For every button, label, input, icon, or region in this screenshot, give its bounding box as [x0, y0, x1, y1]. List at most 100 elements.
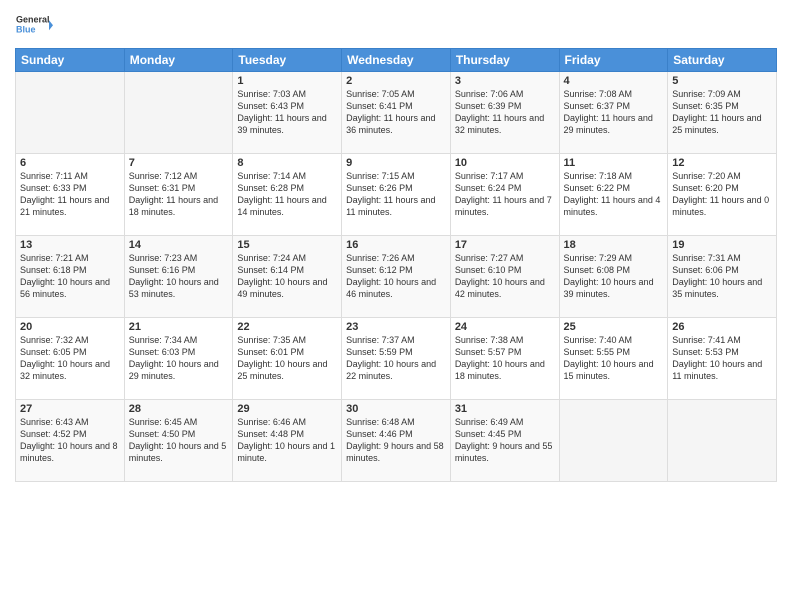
day-number: 15	[237, 239, 337, 251]
day-info: Sunrise: 7:21 AM Sunset: 6:18 PM Dayligh…	[20, 252, 120, 301]
day-header-sunday: Sunday	[16, 49, 125, 72]
day-number: 19	[672, 239, 772, 251]
day-info: Sunrise: 6:48 AM Sunset: 4:46 PM Dayligh…	[346, 416, 446, 465]
day-info: Sunrise: 7:41 AM Sunset: 5:53 PM Dayligh…	[672, 334, 772, 383]
calendar-cell: 25Sunrise: 7:40 AM Sunset: 5:55 PM Dayli…	[559, 318, 668, 400]
day-header-friday: Friday	[559, 49, 668, 72]
day-header-thursday: Thursday	[450, 49, 559, 72]
calendar-cell: 16Sunrise: 7:26 AM Sunset: 6:12 PM Dayli…	[342, 236, 451, 318]
svg-text:Blue: Blue	[16, 24, 36, 34]
logo-svg: General Blue	[15, 10, 55, 40]
day-number: 10	[455, 157, 555, 169]
day-info: Sunrise: 7:37 AM Sunset: 5:59 PM Dayligh…	[346, 334, 446, 383]
day-header-tuesday: Tuesday	[233, 49, 342, 72]
day-info: Sunrise: 6:43 AM Sunset: 4:52 PM Dayligh…	[20, 416, 120, 465]
calendar-cell: 30Sunrise: 6:48 AM Sunset: 4:46 PM Dayli…	[342, 400, 451, 482]
day-number: 5	[672, 75, 772, 87]
calendar-cell: 13Sunrise: 7:21 AM Sunset: 6:18 PM Dayli…	[16, 236, 125, 318]
calendar-cell: 27Sunrise: 6:43 AM Sunset: 4:52 PM Dayli…	[16, 400, 125, 482]
calendar-cell	[16, 72, 125, 154]
calendar-cell: 18Sunrise: 7:29 AM Sunset: 6:08 PM Dayli…	[559, 236, 668, 318]
day-info: Sunrise: 7:32 AM Sunset: 6:05 PM Dayligh…	[20, 334, 120, 383]
day-number: 26	[672, 321, 772, 333]
calendar-cell: 17Sunrise: 7:27 AM Sunset: 6:10 PM Dayli…	[450, 236, 559, 318]
day-number: 7	[129, 157, 229, 169]
calendar-cell: 4Sunrise: 7:08 AM Sunset: 6:37 PM Daylig…	[559, 72, 668, 154]
day-number: 12	[672, 157, 772, 169]
day-header-monday: Monday	[124, 49, 233, 72]
day-info: Sunrise: 7:14 AM Sunset: 6:28 PM Dayligh…	[237, 170, 337, 219]
day-number: 4	[564, 75, 664, 87]
calendar-week-1: 6Sunrise: 7:11 AM Sunset: 6:33 PM Daylig…	[16, 154, 777, 236]
day-info: Sunrise: 6:49 AM Sunset: 4:45 PM Dayligh…	[455, 416, 555, 465]
day-number: 28	[129, 403, 229, 415]
calendar-cell: 2Sunrise: 7:05 AM Sunset: 6:41 PM Daylig…	[342, 72, 451, 154]
calendar-cell: 6Sunrise: 7:11 AM Sunset: 6:33 PM Daylig…	[16, 154, 125, 236]
day-info: Sunrise: 7:06 AM Sunset: 6:39 PM Dayligh…	[455, 88, 555, 137]
day-info: Sunrise: 7:03 AM Sunset: 6:43 PM Dayligh…	[237, 88, 337, 137]
svg-text:General: General	[16, 14, 50, 24]
calendar-cell: 23Sunrise: 7:37 AM Sunset: 5:59 PM Dayli…	[342, 318, 451, 400]
day-info: Sunrise: 7:20 AM Sunset: 6:20 PM Dayligh…	[672, 170, 772, 219]
day-number: 8	[237, 157, 337, 169]
day-info: Sunrise: 7:09 AM Sunset: 6:35 PM Dayligh…	[672, 88, 772, 137]
day-info: Sunrise: 7:27 AM Sunset: 6:10 PM Dayligh…	[455, 252, 555, 301]
day-info: Sunrise: 7:12 AM Sunset: 6:31 PM Dayligh…	[129, 170, 229, 219]
calendar-cell: 9Sunrise: 7:15 AM Sunset: 6:26 PM Daylig…	[342, 154, 451, 236]
calendar-cell: 22Sunrise: 7:35 AM Sunset: 6:01 PM Dayli…	[233, 318, 342, 400]
calendar-cell: 14Sunrise: 7:23 AM Sunset: 6:16 PM Dayli…	[124, 236, 233, 318]
day-number: 9	[346, 157, 446, 169]
calendar-cell: 8Sunrise: 7:14 AM Sunset: 6:28 PM Daylig…	[233, 154, 342, 236]
day-number: 24	[455, 321, 555, 333]
day-number: 21	[129, 321, 229, 333]
calendar-cell	[124, 72, 233, 154]
calendar-cell: 10Sunrise: 7:17 AM Sunset: 6:24 PM Dayli…	[450, 154, 559, 236]
calendar-cell: 29Sunrise: 6:46 AM Sunset: 4:48 PM Dayli…	[233, 400, 342, 482]
calendar-cell	[559, 400, 668, 482]
calendar-week-3: 20Sunrise: 7:32 AM Sunset: 6:05 PM Dayli…	[16, 318, 777, 400]
calendar-cell: 12Sunrise: 7:20 AM Sunset: 6:20 PM Dayli…	[668, 154, 777, 236]
day-info: Sunrise: 7:23 AM Sunset: 6:16 PM Dayligh…	[129, 252, 229, 301]
day-number: 27	[20, 403, 120, 415]
calendar-cell: 26Sunrise: 7:41 AM Sunset: 5:53 PM Dayli…	[668, 318, 777, 400]
day-number: 16	[346, 239, 446, 251]
calendar-cell: 19Sunrise: 7:31 AM Sunset: 6:06 PM Dayli…	[668, 236, 777, 318]
day-info: Sunrise: 7:08 AM Sunset: 6:37 PM Dayligh…	[564, 88, 664, 137]
logo: General Blue	[15, 10, 55, 40]
calendar-cell: 7Sunrise: 7:12 AM Sunset: 6:31 PM Daylig…	[124, 154, 233, 236]
day-header-saturday: Saturday	[668, 49, 777, 72]
day-number: 14	[129, 239, 229, 251]
day-info: Sunrise: 7:15 AM Sunset: 6:26 PM Dayligh…	[346, 170, 446, 219]
day-info: Sunrise: 7:24 AM Sunset: 6:14 PM Dayligh…	[237, 252, 337, 301]
day-number: 1	[237, 75, 337, 87]
day-info: Sunrise: 7:34 AM Sunset: 6:03 PM Dayligh…	[129, 334, 229, 383]
day-number: 31	[455, 403, 555, 415]
day-info: Sunrise: 6:46 AM Sunset: 4:48 PM Dayligh…	[237, 416, 337, 465]
day-info: Sunrise: 7:31 AM Sunset: 6:06 PM Dayligh…	[672, 252, 772, 301]
day-number: 17	[455, 239, 555, 251]
day-info: Sunrise: 7:38 AM Sunset: 5:57 PM Dayligh…	[455, 334, 555, 383]
calendar-cell: 20Sunrise: 7:32 AM Sunset: 6:05 PM Dayli…	[16, 318, 125, 400]
day-info: Sunrise: 7:26 AM Sunset: 6:12 PM Dayligh…	[346, 252, 446, 301]
day-header-wednesday: Wednesday	[342, 49, 451, 72]
day-info: Sunrise: 7:18 AM Sunset: 6:22 PM Dayligh…	[564, 170, 664, 219]
calendar-cell: 21Sunrise: 7:34 AM Sunset: 6:03 PM Dayli…	[124, 318, 233, 400]
calendar-week-0: 1Sunrise: 7:03 AM Sunset: 6:43 PM Daylig…	[16, 72, 777, 154]
day-number: 2	[346, 75, 446, 87]
day-number: 22	[237, 321, 337, 333]
day-info: Sunrise: 7:40 AM Sunset: 5:55 PM Dayligh…	[564, 334, 664, 383]
calendar-cell	[668, 400, 777, 482]
calendar-cell: 24Sunrise: 7:38 AM Sunset: 5:57 PM Dayli…	[450, 318, 559, 400]
day-number: 6	[20, 157, 120, 169]
calendar-header-row: SundayMondayTuesdayWednesdayThursdayFrid…	[16, 49, 777, 72]
day-info: Sunrise: 7:35 AM Sunset: 6:01 PM Dayligh…	[237, 334, 337, 383]
calendar-cell: 1Sunrise: 7:03 AM Sunset: 6:43 PM Daylig…	[233, 72, 342, 154]
calendar-cell: 31Sunrise: 6:49 AM Sunset: 4:45 PM Dayli…	[450, 400, 559, 482]
day-info: Sunrise: 7:29 AM Sunset: 6:08 PM Dayligh…	[564, 252, 664, 301]
day-number: 13	[20, 239, 120, 251]
calendar-cell: 11Sunrise: 7:18 AM Sunset: 6:22 PM Dayli…	[559, 154, 668, 236]
calendar-cell: 15Sunrise: 7:24 AM Sunset: 6:14 PM Dayli…	[233, 236, 342, 318]
day-number: 30	[346, 403, 446, 415]
day-number: 25	[564, 321, 664, 333]
header: General Blue	[15, 10, 777, 40]
